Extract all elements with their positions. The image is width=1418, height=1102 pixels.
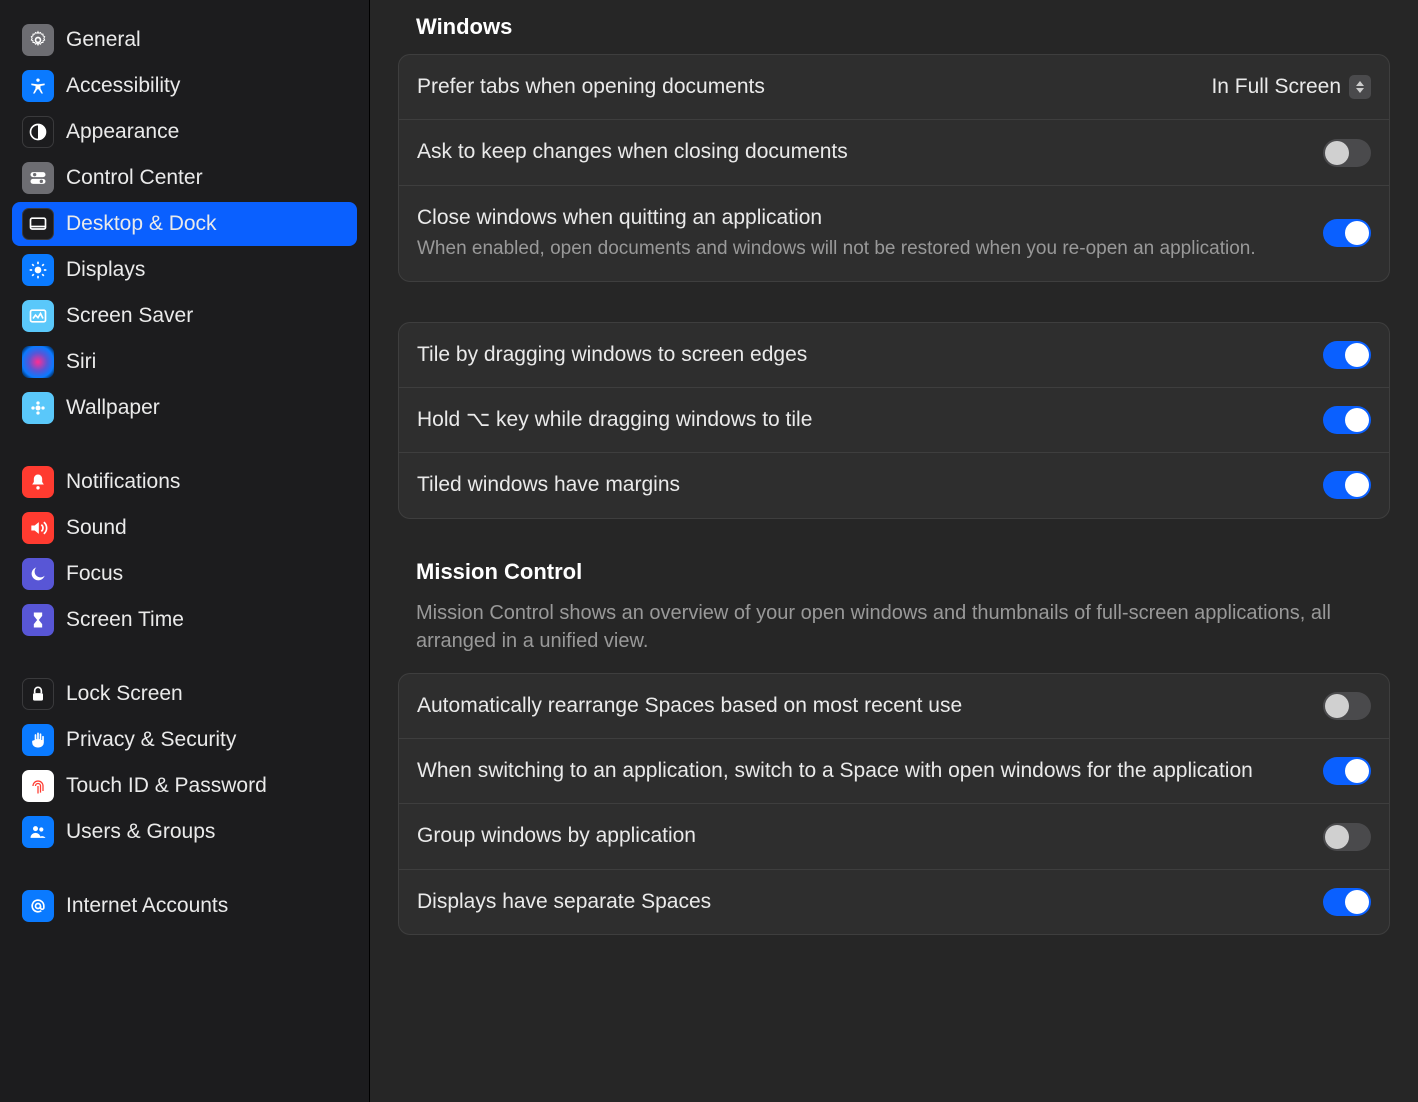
sidebar-item-label: Privacy & Security xyxy=(66,728,236,752)
ask-keep-changes-label: Ask to keep changes when closing documen… xyxy=(417,138,1303,166)
sidebar-item-touch-id[interactable]: Touch ID & Password xyxy=(12,764,357,808)
close-on-quit-label: Close windows when quitting an applicati… xyxy=(417,204,1303,232)
ask-keep-changes-toggle[interactable] xyxy=(1323,139,1371,167)
moon-icon xyxy=(22,558,54,590)
sidebar-item-label: Users & Groups xyxy=(66,820,215,844)
sidebar-item-label: Lock Screen xyxy=(66,682,183,706)
windows-panel: Prefer tabs when opening documents In Fu… xyxy=(398,54,1390,282)
displays-icon xyxy=(22,254,54,286)
sidebar-item-general[interactable]: General xyxy=(12,18,357,62)
switch-space-toggle[interactable] xyxy=(1323,757,1371,785)
tile-edges-row: Tile by dragging windows to screen edges xyxy=(399,323,1389,388)
sidebar-item-privacy-security[interactable]: Privacy & Security xyxy=(12,718,357,762)
accessibility-icon xyxy=(22,70,54,102)
sidebar-item-label: Wallpaper xyxy=(66,396,160,420)
mission-control-desc: Mission Control shows an overview of you… xyxy=(416,599,1390,655)
sidebar-item-label: Touch ID & Password xyxy=(66,774,267,798)
sidebar-item-wallpaper[interactable]: Wallpaper xyxy=(12,386,357,430)
lock-icon xyxy=(22,678,54,710)
sidebar-item-notifications[interactable]: Notifications xyxy=(12,460,357,504)
group-windows-row: Group windows by application xyxy=(399,804,1389,869)
sidebar-item-label: Siri xyxy=(66,350,96,374)
close-on-quit-desc: When enabled, open documents and windows… xyxy=(417,236,1303,263)
sidebar-item-label: Notifications xyxy=(66,470,180,494)
sidebar-item-label: Screen Saver xyxy=(66,304,193,328)
sidebar-item-siri[interactable]: Siri xyxy=(12,340,357,384)
sidebar-item-users-groups[interactable]: Users & Groups xyxy=(12,810,357,854)
sidebar-item-desktop-dock[interactable]: Desktop & Dock xyxy=(12,202,357,246)
sidebar-item-label: Appearance xyxy=(66,120,179,144)
hold-option-tile-label: Hold ⌥ key while dragging windows to til… xyxy=(417,406,1303,434)
sidebar-item-displays[interactable]: Displays xyxy=(12,248,357,292)
tiled-margins-toggle[interactable] xyxy=(1323,471,1371,499)
auto-rearrange-toggle[interactable] xyxy=(1323,692,1371,720)
sidebar-item-screen-saver[interactable]: Screen Saver xyxy=(12,294,357,338)
control-center-icon xyxy=(22,162,54,194)
sidebar-item-label: Sound xyxy=(66,516,127,540)
sidebar-item-appearance[interactable]: Appearance xyxy=(12,110,357,154)
desktop-dock-icon xyxy=(22,208,54,240)
prefer-tabs-row: Prefer tabs when opening documents In Fu… xyxy=(399,55,1389,120)
main-content: Windows Prefer tabs when opening documen… xyxy=(370,0,1418,1102)
mission-control-header: Mission Control xyxy=(416,559,1390,585)
sidebar-item-label: Control Center xyxy=(66,166,203,190)
users-icon xyxy=(22,816,54,848)
prefer-tabs-dropdown[interactable]: In Full Screen xyxy=(1211,75,1371,99)
tiled-margins-row: Tiled windows have margins xyxy=(399,453,1389,517)
bell-icon xyxy=(22,466,54,498)
sidebar-item-label: General xyxy=(66,28,141,52)
sidebar-item-sound[interactable]: Sound xyxy=(12,506,357,550)
sidebar-item-label: Accessibility xyxy=(66,74,180,98)
group-windows-label: Group windows by application xyxy=(417,822,1303,850)
separate-spaces-label: Displays have separate Spaces xyxy=(417,888,1303,916)
sidebar-item-screen-time[interactable]: Screen Time xyxy=(12,598,357,642)
fingerprint-icon xyxy=(22,770,54,802)
gear-icon xyxy=(22,24,54,56)
close-on-quit-row: Close windows when quitting an applicati… xyxy=(399,186,1389,281)
at-icon xyxy=(22,890,54,922)
dropdown-value: In Full Screen xyxy=(1211,75,1341,99)
sidebar-item-label: Internet Accounts xyxy=(66,894,228,918)
sidebar: General Accessibility Appearance Control… xyxy=(0,0,370,1102)
sidebar-item-internet-accounts[interactable]: Internet Accounts xyxy=(12,884,357,928)
switch-space-row: When switching to an application, switch… xyxy=(399,739,1389,804)
hourglass-icon xyxy=(22,604,54,636)
appearance-icon xyxy=(22,116,54,148)
wallpaper-icon xyxy=(22,392,54,424)
tiled-margins-label: Tiled windows have margins xyxy=(417,471,1303,499)
chevron-up-down-icon xyxy=(1349,75,1371,99)
auto-rearrange-label: Automatically rearrange Spaces based on … xyxy=(417,692,1303,720)
screen-saver-icon xyxy=(22,300,54,332)
tiling-panel: Tile by dragging windows to screen edges… xyxy=(398,322,1390,519)
siri-icon xyxy=(22,346,54,378)
speaker-icon xyxy=(22,512,54,544)
sidebar-item-label: Focus xyxy=(66,562,123,586)
windows-section-header: Windows xyxy=(416,14,1390,40)
ask-keep-changes-row: Ask to keep changes when closing documen… xyxy=(399,120,1389,185)
sidebar-item-lock-screen[interactable]: Lock Screen xyxy=(12,672,357,716)
close-on-quit-toggle[interactable] xyxy=(1323,219,1371,247)
separate-spaces-toggle[interactable] xyxy=(1323,888,1371,916)
hold-option-tile-row: Hold ⌥ key while dragging windows to til… xyxy=(399,388,1389,453)
switch-space-label: When switching to an application, switch… xyxy=(417,757,1303,785)
tile-edges-label: Tile by dragging windows to screen edges xyxy=(417,341,1303,369)
sidebar-item-accessibility[interactable]: Accessibility xyxy=(12,64,357,108)
separate-spaces-row: Displays have separate Spaces xyxy=(399,870,1389,934)
mission-control-panel: Automatically rearrange Spaces based on … xyxy=(398,673,1390,935)
hand-icon xyxy=(22,724,54,756)
sidebar-item-label: Displays xyxy=(66,258,145,282)
sidebar-item-label: Desktop & Dock xyxy=(66,212,217,236)
auto-rearrange-row: Automatically rearrange Spaces based on … xyxy=(399,674,1389,739)
prefer-tabs-label: Prefer tabs when opening documents xyxy=(417,73,1191,101)
hold-option-tile-toggle[interactable] xyxy=(1323,406,1371,434)
sidebar-item-focus[interactable]: Focus xyxy=(12,552,357,596)
sidebar-item-control-center[interactable]: Control Center xyxy=(12,156,357,200)
tile-edges-toggle[interactable] xyxy=(1323,341,1371,369)
group-windows-toggle[interactable] xyxy=(1323,823,1371,851)
sidebar-item-label: Screen Time xyxy=(66,608,184,632)
